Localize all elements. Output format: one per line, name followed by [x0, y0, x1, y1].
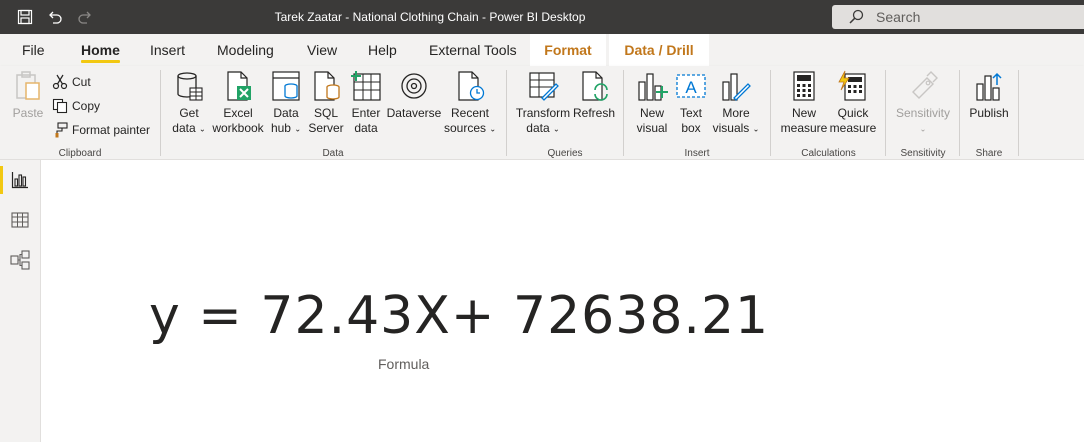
group-label-share: Share: [975, 148, 1003, 159]
group-label-sensitivity: Sensitivity: [900, 148, 946, 159]
paste-button[interactable]: Paste: [10, 70, 46, 121]
recent-sources-icon: [458, 71, 485, 101]
divider: [1018, 70, 1019, 156]
bar-chart-icon: [638, 73, 668, 101]
ribbon-tabs: File Home Insert Modeling View Help Exte…: [0, 34, 1084, 66]
search-box[interactable]: Search: [832, 5, 1084, 29]
divider: [959, 70, 960, 156]
text-box-icon: A: [676, 74, 706, 98]
search-icon: [849, 9, 864, 24]
model-icon: [10, 250, 30, 270]
text-box-button[interactable]: A Text box: [674, 70, 708, 136]
tab-modeling[interactable]: Modeling: [217, 34, 274, 66]
new-measure-button[interactable]: New measure: [780, 70, 828, 136]
recent-sources-button[interactable]: Recent sources ⌄: [444, 70, 496, 136]
sql-server-icon: [314, 71, 340, 101]
sql-server-button[interactable]: SQL Server: [306, 70, 346, 136]
group-label-insert: Insert: [684, 148, 710, 159]
divider: [770, 70, 771, 156]
dataverse-button[interactable]: Dataverse: [386, 70, 442, 121]
divider: [160, 70, 161, 156]
group-label-calculations: Calculations: [801, 148, 856, 159]
formula-card-value[interactable]: y = 72.43X+ 72638.21: [149, 286, 769, 346]
group-label-data: Data: [322, 148, 344, 159]
tab-home[interactable]: Home: [81, 34, 120, 66]
divider: [506, 70, 507, 156]
quick-measure-icon: [838, 70, 866, 101]
tab-view[interactable]: View: [307, 34, 337, 66]
sensitivity-button[interactable]: Sensitivity ⌄: [893, 70, 953, 136]
more-visuals-button[interactable]: More visuals ⌄: [711, 70, 761, 136]
save-icon[interactable]: [14, 7, 36, 27]
svg-text:A: A: [685, 78, 697, 97]
refresh-icon: [582, 71, 608, 101]
grid-icon: [11, 212, 29, 228]
quick-measure-button[interactable]: Quick measure: [829, 70, 877, 136]
enter-data-button[interactable]: Enter data: [348, 70, 384, 136]
tab-insert[interactable]: Insert: [150, 34, 185, 66]
paintbrush-icon: [55, 122, 68, 138]
divider: [885, 70, 886, 156]
tab-file[interactable]: File: [22, 34, 45, 66]
tab-help[interactable]: Help: [368, 34, 397, 66]
search-placeholder: Search: [876, 9, 921, 25]
publish-icon: [976, 72, 1002, 101]
tab-external-tools[interactable]: External Tools: [429, 34, 517, 66]
window-title: Tarek Zaatar - National Clothing Chain -…: [274, 10, 586, 24]
database-icon: [177, 72, 203, 101]
sensitivity-label-icon: [912, 71, 938, 99]
publish-button[interactable]: Publish: [967, 70, 1011, 121]
dataverse-icon: [401, 73, 427, 99]
title-bar: Tarek Zaatar - National Clothing Chain -…: [0, 0, 1084, 34]
report-canvas[interactable]: y = 72.43X+ 72638.21 Formula: [41, 160, 1084, 442]
undo-icon[interactable]: [44, 7, 66, 27]
divider: [623, 70, 624, 156]
excel-workbook-button[interactable]: Excel workbook: [210, 70, 266, 136]
formula-card-label: Formula: [378, 356, 430, 372]
model-view-button[interactable]: [0, 240, 40, 280]
tab-data-drill[interactable]: Data / Drill: [609, 34, 709, 66]
new-visual-button[interactable]: New visual: [633, 70, 671, 136]
report-icon: [11, 172, 28, 189]
table-icon: [351, 71, 381, 101]
transform-data-icon: [529, 72, 559, 101]
data-hub-icon: [272, 71, 300, 101]
data-hub-button[interactable]: Data hub ⌄: [268, 70, 304, 136]
data-view-button[interactable]: [0, 200, 40, 240]
calculator-icon: [793, 71, 815, 101]
report-view-button[interactable]: [0, 160, 40, 200]
refresh-button[interactable]: Refresh: [573, 70, 615, 121]
transform-data-button[interactable]: Transform data ⌄: [514, 70, 572, 136]
more-visuals-icon: [722, 73, 751, 101]
tab-format[interactable]: Format: [530, 34, 606, 66]
redo-icon[interactable]: [74, 7, 96, 27]
paste-icon: [16, 71, 40, 100]
ribbon: Paste Cut Copy Format painter Clipboard …: [0, 66, 1084, 160]
scissors-icon: [52, 74, 68, 90]
excel-icon: [227, 71, 251, 101]
group-label-queries: Queries: [547, 148, 583, 159]
copy-icon: [52, 98, 68, 114]
get-data-button[interactable]: Get data ⌄: [170, 70, 208, 136]
group-label-clipboard: Clipboard: [58, 148, 102, 159]
left-navigation: [0, 160, 41, 442]
